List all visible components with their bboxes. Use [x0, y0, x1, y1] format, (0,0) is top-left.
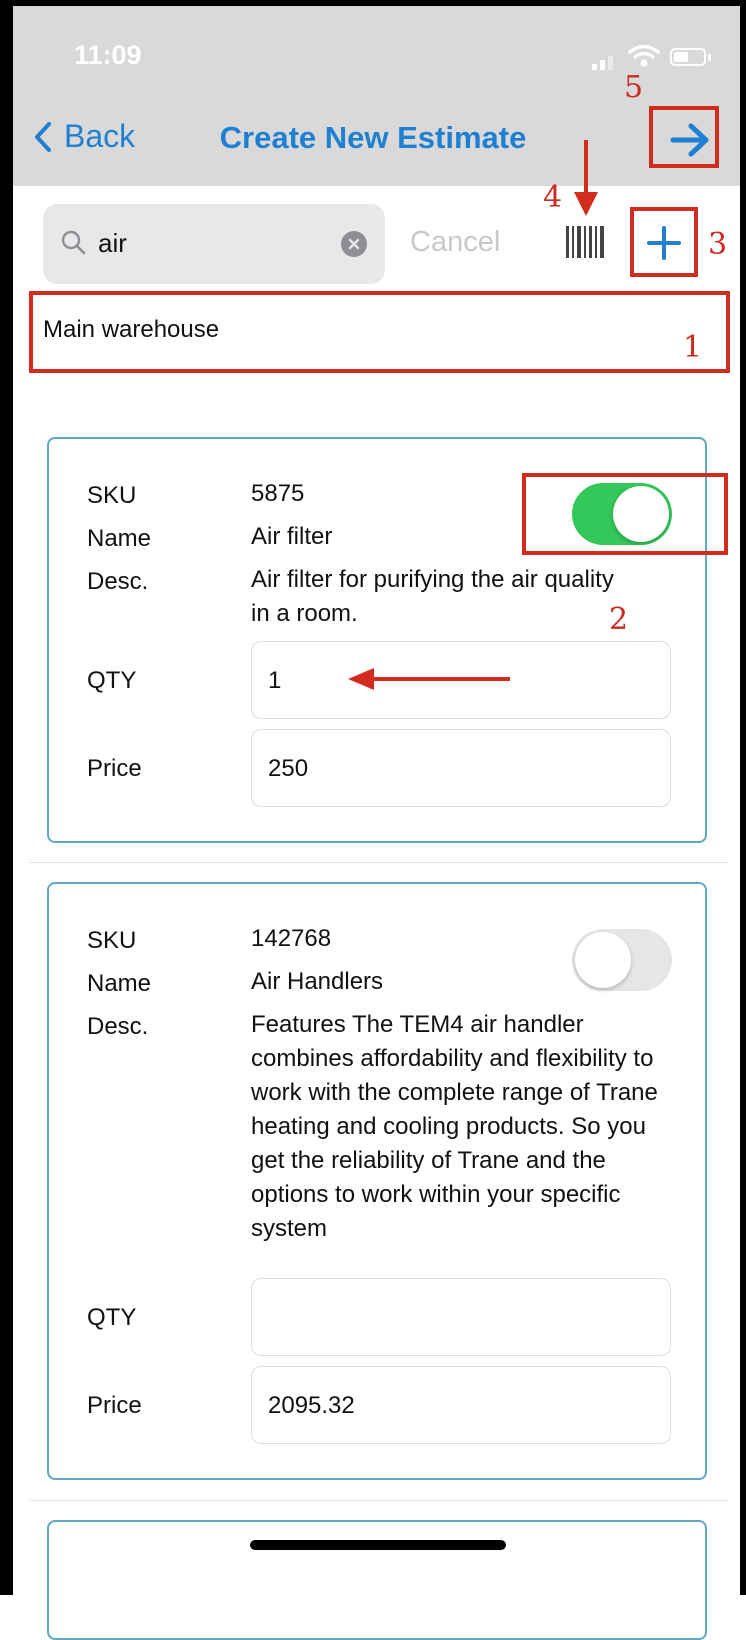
name-value: Air Handlers [251, 968, 384, 995]
search-query: air [98, 228, 127, 258]
signal-icon [592, 64, 597, 70]
price-field[interactable]: 250 [251, 729, 671, 807]
back-label: Back [64, 118, 136, 154]
qty-field[interactable]: 1 [251, 641, 671, 719]
item-select-toggle[interactable] [572, 483, 672, 545]
desc-value: Features The TEM4 air handler combines a… [251, 1011, 658, 1242]
desc-label: Desc. [87, 1013, 149, 1040]
clear-search-button[interactable] [341, 231, 367, 257]
price-value: 2095.32 [268, 1392, 355, 1419]
name-label: Name [87, 525, 152, 552]
close-icon [348, 238, 360, 250]
name-value: Air filter [251, 523, 333, 550]
search-input[interactable]: air [43, 204, 385, 284]
status-time: 11:09 [74, 40, 142, 70]
sku-label: SKU [87, 482, 137, 509]
sku-label: SKU [87, 927, 137, 954]
desc-value: Air filter for purifying the air quality… [251, 566, 614, 627]
price-field[interactable]: 2095.32 [251, 1366, 671, 1444]
next-button[interactable] [660, 114, 720, 166]
wifi-icon [628, 44, 660, 67]
divider [29, 862, 729, 863]
divider [29, 1500, 729, 1501]
search-icon [61, 230, 86, 255]
item-card: SKU 5875 Name Air filter Desc. Air filte… [47, 437, 707, 843]
item-card: SKU 142768 Name Air Handlers Desc. Featu… [47, 882, 707, 1480]
qty-value: 1 [268, 667, 282, 694]
chevron-left-icon [35, 121, 51, 152]
item-select-toggle[interactable] [572, 929, 672, 991]
price-value: 250 [268, 755, 309, 782]
name-label: Name [87, 970, 152, 997]
cancel-button[interactable]: Cancel [410, 226, 500, 259]
qty-label: QTY [87, 667, 137, 694]
home-indicator [250, 1540, 506, 1550]
plus-icon [647, 226, 681, 260]
search-bar: air Cancel [0, 186, 746, 290]
arrow-right-icon [670, 123, 709, 157]
barcode-scan-icon[interactable] [566, 226, 606, 258]
qty-label: QTY [87, 1304, 137, 1331]
warehouse-selector[interactable]: Main warehouse [29, 292, 729, 372]
sku-value: 142768 [251, 925, 332, 952]
desc-label: Desc. [87, 568, 149, 595]
battery-icon [670, 48, 706, 66]
qty-field[interactable] [251, 1278, 671, 1356]
sku-value: 5875 [251, 480, 305, 507]
warehouse-label: Main warehouse [43, 316, 220, 343]
price-label: Price [87, 755, 142, 782]
navigation-bar: 11:09 Back Create New Estimate [0, 0, 746, 186]
back-button[interactable]: Back [34, 118, 135, 155]
status-icons [592, 44, 722, 70]
add-item-button[interactable] [640, 213, 688, 273]
item-card [47, 1520, 707, 1640]
price-label: Price [87, 1392, 142, 1419]
